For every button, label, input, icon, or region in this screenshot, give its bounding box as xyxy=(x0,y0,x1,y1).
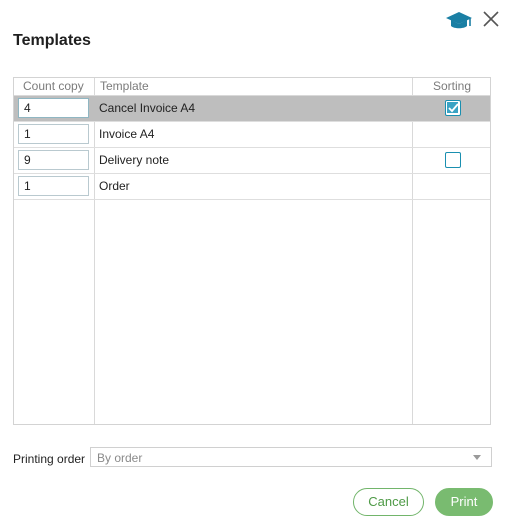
printing-order-value: By order xyxy=(97,451,143,465)
chevron-down-icon xyxy=(473,455,481,460)
template-name: Invoice A4 xyxy=(99,127,155,141)
template-name: Order xyxy=(99,179,130,193)
dialog-title: Templates xyxy=(13,32,91,49)
table-header: Count copy Template Sorting xyxy=(14,78,490,96)
count-copy-input[interactable] xyxy=(18,124,89,144)
template-name: Delivery note xyxy=(99,153,170,167)
checkmark-icon xyxy=(447,102,459,113)
close-icon[interactable] xyxy=(481,9,501,29)
count-copy-input[interactable] xyxy=(18,98,89,118)
printing-order-label: Printing order xyxy=(13,452,86,466)
templates-table: Count copy Template Sorting Cancel Invoi… xyxy=(13,77,491,425)
template-name: Cancel Invoice A4 xyxy=(99,101,196,115)
sorting-checkbox[interactable] xyxy=(445,152,461,168)
table-row[interactable]: Cancel Invoice A4 xyxy=(14,96,490,122)
table-row[interactable]: Order xyxy=(14,174,490,200)
print-button[interactable]: Print xyxy=(435,488,493,516)
table-row[interactable]: Delivery note xyxy=(14,148,490,174)
header-template[interactable]: Template xyxy=(100,79,149,93)
graduation-cap-icon[interactable] xyxy=(445,9,473,31)
cancel-button[interactable]: Cancel xyxy=(353,488,424,516)
count-copy-input[interactable] xyxy=(18,150,89,170)
header-count-copy[interactable]: Count copy xyxy=(23,79,84,93)
printing-order-select[interactable]: By order xyxy=(90,447,492,467)
count-copy-input[interactable] xyxy=(18,176,89,196)
sorting-checkbox[interactable] xyxy=(445,100,461,116)
table-row[interactable]: Invoice A4 xyxy=(14,122,490,148)
header-sorting[interactable]: Sorting xyxy=(433,79,471,93)
